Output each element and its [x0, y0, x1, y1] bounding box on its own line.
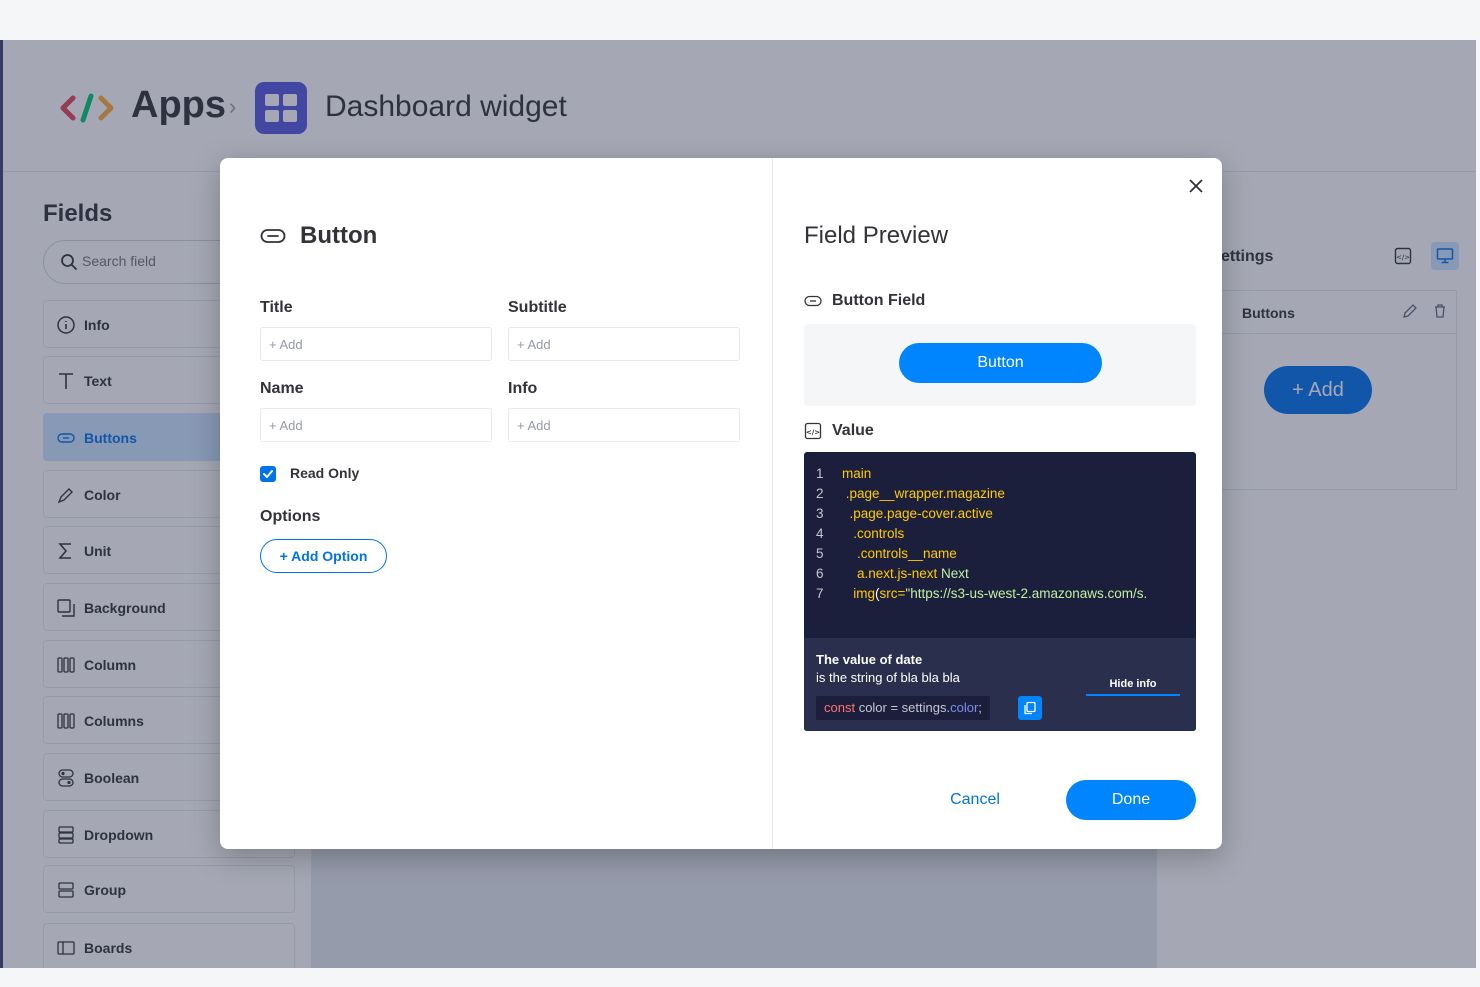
button-field-heading: Button Field [804, 292, 925, 310]
read-only-checkbox[interactable] [260, 466, 276, 482]
subtitle-input[interactable] [508, 327, 740, 361]
copy-icon [1024, 701, 1036, 715]
code-token: .page.page-cover.active [842, 506, 993, 521]
field-config-pane: Button Title Subtitle Name Info Read Onl… [260, 158, 740, 849]
snippet-body: color = settings. [855, 700, 951, 715]
modal-title: Button [260, 222, 377, 250]
modal-title-text: Button [300, 222, 378, 249]
copy-button[interactable] [1018, 696, 1042, 720]
line-number: 3 [816, 506, 824, 521]
button-pill-icon [260, 229, 286, 243]
code-token: src= [879, 586, 906, 601]
code-token: main [842, 466, 872, 481]
code-line: 4 .controls [804, 524, 1196, 544]
code-text: .controls__name [842, 546, 957, 561]
button-pill-icon [804, 295, 822, 307]
checkmark-icon [263, 470, 273, 478]
code-line: 3 .page.page-cover.active [804, 504, 1196, 524]
code-text: main [842, 466, 871, 481]
read-only-label[interactable]: Read Only [290, 465, 359, 481]
code-text: .page.page-cover.active [842, 506, 993, 521]
code-text: a.next.js-next Next [842, 566, 969, 581]
preview-button[interactable]: Button [899, 343, 1102, 383]
info-title: The value of date [816, 652, 923, 667]
snippet-keyword: const [824, 700, 856, 715]
value-heading: </> Value [804, 422, 874, 440]
code-info-panel: The value of date is the string of bla b… [804, 638, 1196, 731]
code-token: Next [937, 566, 969, 581]
code-lines: 1 main 2 .page__wrapper.magazine 3 .page.pa… [804, 464, 1196, 604]
info-subtitle: is the string of bla bla bla [816, 670, 960, 685]
code-token: .controls [842, 526, 905, 541]
code-line: 5 .controls__name [804, 544, 1196, 564]
code-token: a.next.js-next [842, 566, 938, 581]
code-line: 7 img(src="https://s3-us-west-2.amazonaw… [804, 584, 1196, 604]
line-number: 7 [816, 586, 824, 601]
code-line: 6 a.next.js-next Next [804, 564, 1196, 584]
line-number: 4 [816, 526, 824, 541]
options-label: Options [260, 508, 321, 525]
code-block: 1 main 2 .page__wrapper.magazine 3 .page.pa… [804, 452, 1196, 731]
title-input[interactable] [260, 327, 492, 361]
add-option-button[interactable]: + Add Option [260, 539, 387, 573]
name-label: Name [260, 380, 304, 397]
field-preview-pane: Field Preview Button Field Button </> Va… [804, 158, 1196, 849]
line-number: 1 [816, 466, 824, 481]
code-snippet: const color = settings.color; [816, 696, 990, 720]
code-line: 2 .page__wrapper.magazine [804, 484, 1196, 504]
button-field-label: Button Field [832, 292, 926, 309]
code-line: 1 main [804, 464, 1196, 484]
done-button[interactable]: Done [1066, 780, 1196, 820]
code-token: "https://s3-us-west-2.amazonaws.com/s. [905, 586, 1148, 601]
snippet-property: color [950, 700, 979, 715]
info-label: Info [508, 380, 538, 397]
code-token: img [842, 586, 876, 601]
value-label: Value [832, 422, 874, 439]
snippet-end: ; [978, 700, 982, 715]
line-number: 6 [816, 566, 824, 581]
info-input[interactable] [508, 408, 740, 442]
code-text: .page__wrapper.magazine [842, 486, 1005, 501]
hide-info-link[interactable]: Hide info [1086, 678, 1180, 696]
code-token: .controls__name [842, 546, 957, 561]
button-preview-box: Button [804, 324, 1196, 406]
subtitle-label: Subtitle [508, 299, 567, 316]
name-input[interactable] [260, 408, 492, 442]
svg-text:</>: </> [806, 429, 820, 437]
title-label: Title [260, 299, 293, 316]
cancel-button[interactable]: Cancel [916, 780, 1034, 820]
preview-title: Field Preview [804, 222, 949, 249]
line-number: 2 [816, 486, 824, 501]
line-number: 5 [816, 546, 824, 561]
modal-divider [772, 158, 773, 849]
code-text: img(src="https://s3-us-west-2.amazonaws.… [842, 586, 1147, 601]
code-token: .page__wrapper.magazine [842, 486, 1005, 501]
code-icon: </> [804, 422, 822, 440]
button-field-modal: Button Title Subtitle Name Info Read Onl… [220, 158, 1222, 849]
code-text: .controls [842, 526, 904, 541]
